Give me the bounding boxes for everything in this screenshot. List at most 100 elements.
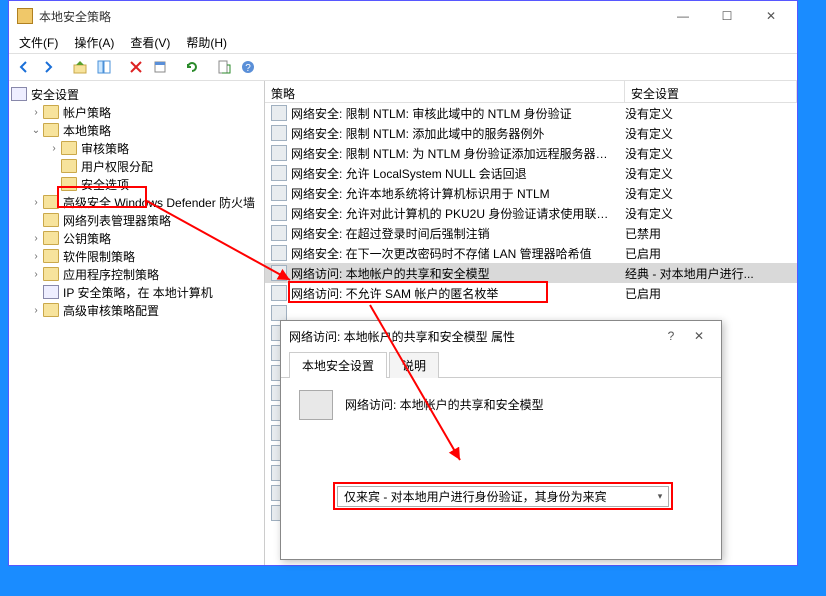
- policy-name: 网络安全: 允许 LocalSystem NULL 会话回退: [291, 165, 625, 182]
- dialog-close-button[interactable]: ✕: [685, 329, 713, 343]
- policy-setting: 已启用: [625, 285, 797, 302]
- policy-item-icon: [271, 265, 287, 281]
- tree-item[interactable]: 用户权限分配: [9, 157, 264, 175]
- policy-setting: 没有定义: [625, 165, 797, 182]
- tree-item-label: 软件限制策略: [63, 248, 135, 265]
- menu-file[interactable]: 文件(F): [13, 32, 64, 53]
- policy-setting: 经典 - 对本地用户进行...: [625, 265, 797, 282]
- folder-icon: [61, 159, 77, 173]
- maximize-button[interactable]: ☐: [705, 2, 749, 30]
- policy-item-icon: [271, 205, 287, 221]
- expand-icon[interactable]: ›: [29, 233, 43, 244]
- policy-name: 网络安全: 允许对此计算机的 PKU2U 身份验证请求使用联…: [291, 205, 625, 222]
- policy-setting: 没有定义: [625, 125, 797, 142]
- close-button[interactable]: ✕: [749, 2, 793, 30]
- titlebar[interactable]: 本地安全策略 — ☐ ✕: [9, 1, 797, 31]
- policy-name: 网络访问: 本地帐户的共享和安全模型: [291, 265, 625, 282]
- collapse-icon[interactable]: ⌄: [29, 125, 43, 136]
- tree-item-label: 用户权限分配: [81, 158, 153, 175]
- expand-icon[interactable]: ›: [29, 305, 43, 316]
- col-header-setting[interactable]: 安全设置: [625, 81, 797, 102]
- menu-help[interactable]: 帮助(H): [180, 32, 233, 53]
- policy-setting: 已禁用: [625, 225, 797, 242]
- folder-icon: [43, 303, 59, 317]
- policy-item-icon: [271, 245, 287, 261]
- back-button[interactable]: [13, 56, 35, 78]
- dialog-tabs: 本地安全设置 说明: [281, 351, 721, 378]
- tree-pane[interactable]: 安全设置 ›帐户策略⌄本地策略 › 审核策略用户权限分配安全选项›高级安全 Wind…: [9, 81, 265, 565]
- properties-button[interactable]: [149, 56, 171, 78]
- policy-setting: 没有定义: [625, 145, 797, 162]
- policy-name: 网络安全: 限制 NTLM: 为 NTLM 身份验证添加远程服务器…: [291, 145, 625, 162]
- policy-name: 网络安全: 在超过登录时间后强制注销: [291, 225, 625, 242]
- policy-row[interactable]: 网络安全: 允许本地系统将计算机标识用于 NTLM没有定义: [265, 183, 797, 203]
- policy-row[interactable]: 网络安全: 限制 NTLM: 添加此域中的服务器例外没有定义: [265, 123, 797, 143]
- delete-button[interactable]: [125, 56, 147, 78]
- dialog-help-button[interactable]: ?: [657, 329, 685, 343]
- tree-item[interactable]: ›公钥策略: [9, 229, 264, 247]
- tree-item[interactable]: › 高级审核策略配置: [9, 301, 264, 319]
- folder-icon: [43, 213, 59, 227]
- folder-icon: [43, 105, 59, 119]
- expand-icon[interactable]: ›: [29, 269, 43, 280]
- policy-row[interactable]: 网络访问: 本地帐户的共享和安全模型经典 - 对本地用户进行...: [265, 263, 797, 283]
- show-hide-tree-button[interactable]: [93, 56, 115, 78]
- combo-value: 仅来宾 - 对本地用户进行身份验证，其身份为来宾: [338, 488, 652, 505]
- up-button[interactable]: [69, 56, 91, 78]
- policy-item-icon: [271, 225, 287, 241]
- window-title: 本地安全策略: [39, 8, 661, 25]
- dialog-policy-label: 网络访问: 本地帐户的共享和安全模型: [345, 396, 544, 413]
- tree-item[interactable]: › 审核策略: [9, 139, 264, 157]
- tree-item[interactable]: ›帐户策略: [9, 103, 264, 121]
- forward-button[interactable]: [37, 56, 59, 78]
- folder-icon: [43, 123, 59, 137]
- expand-icon[interactable]: ›: [47, 143, 61, 154]
- policy-row[interactable]: 网络安全: 在下一次更改密码时不存储 LAN 管理器哈希值已启用: [265, 243, 797, 263]
- refresh-button[interactable]: [181, 56, 203, 78]
- help-button[interactable]: ?: [237, 56, 259, 78]
- tree-item[interactable]: › 软件限制策略: [9, 247, 264, 265]
- tree-root[interactable]: 安全设置: [9, 85, 264, 103]
- tree-item[interactable]: 安全选项: [9, 175, 264, 193]
- policy-item-icon: [271, 105, 287, 121]
- policy-item-icon: [271, 145, 287, 161]
- policy-setting: 没有定义: [625, 205, 797, 222]
- toolbar: ?: [9, 53, 797, 81]
- expand-icon[interactable]: ›: [29, 251, 43, 262]
- col-header-policy[interactable]: 策略: [265, 81, 625, 102]
- menu-action[interactable]: 操作(A): [68, 32, 120, 53]
- policy-item-icon: [271, 285, 287, 301]
- tree-item[interactable]: ›应用程序控制策略: [9, 265, 264, 283]
- expand-icon[interactable]: ›: [29, 107, 43, 118]
- list-body[interactable]: 网络安全: 限制 NTLM: 审核此域中的 NTLM 身份验证没有定义网络安全:…: [265, 103, 797, 303]
- minimize-button[interactable]: —: [661, 2, 705, 30]
- policy-setting: 没有定义: [625, 185, 797, 202]
- tree-item[interactable]: IP 安全策略，在 本地计算机: [9, 283, 264, 301]
- tab-local-security[interactable]: 本地安全设置: [289, 352, 387, 378]
- tree-item[interactable]: 网络列表管理器策略: [9, 211, 264, 229]
- policy-row[interactable]: 网络安全: 限制 NTLM: 为 NTLM 身份验证添加远程服务器…没有定义: [265, 143, 797, 163]
- policy-item-icon: [271, 125, 287, 141]
- tree-item-label: 审核策略: [81, 140, 129, 157]
- menu-view[interactable]: 查看(V): [124, 32, 176, 53]
- folder-icon: [43, 267, 59, 281]
- policy-setting: 没有定义: [625, 105, 797, 122]
- dialog-titlebar[interactable]: 网络访问: 本地帐户的共享和安全模型 属性 ? ✕: [281, 321, 721, 351]
- tree-item-label: 高级审核策略配置: [63, 302, 159, 319]
- ip-policy-icon: [43, 285, 59, 299]
- tree-item[interactable]: ›高级安全 Windows Defender 防火墙: [9, 193, 264, 211]
- policy-item-icon: [271, 185, 287, 201]
- policy-row[interactable]: 网络安全: 允许对此计算机的 PKU2U 身份验证请求使用联…没有定义: [265, 203, 797, 223]
- policy-row[interactable]: 网络安全: 在超过登录时间后强制注销已禁用: [265, 223, 797, 243]
- policy-row[interactable]: 网络安全: 限制 NTLM: 审核此域中的 NTLM 身份验证没有定义: [265, 103, 797, 123]
- policy-row[interactable]: 网络访问: 不允许 SAM 帐户的匿名枚举已启用: [265, 283, 797, 303]
- expand-icon[interactable]: ›: [29, 197, 43, 208]
- dialog-title: 网络访问: 本地帐户的共享和安全模型 属性: [289, 328, 657, 345]
- tree-item[interactable]: ⌄本地策略: [9, 121, 264, 139]
- tree-item-label: 安全选项: [81, 176, 129, 193]
- policy-row[interactable]: 网络安全: 允许 LocalSystem NULL 会话回退没有定义: [265, 163, 797, 183]
- svg-text:?: ?: [245, 63, 251, 74]
- security-model-combo[interactable]: 仅来宾 - 对本地用户进行身份验证，其身份为来宾 ▾: [337, 486, 669, 507]
- export-button[interactable]: [213, 56, 235, 78]
- tab-explain[interactable]: 说明: [389, 352, 439, 378]
